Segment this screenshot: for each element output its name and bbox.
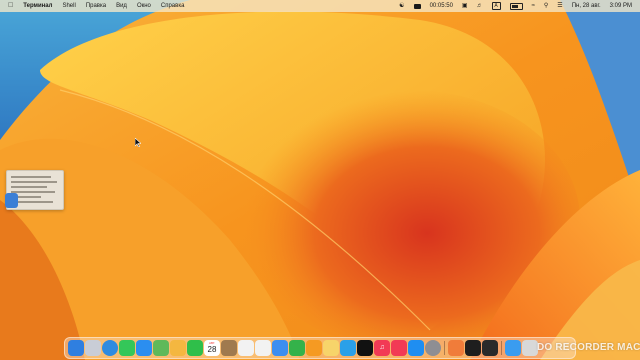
menu-bar:  Терминал Shell Правка Вид Окно Справка… xyxy=(0,0,640,12)
news-icon[interactable] xyxy=(391,340,407,356)
freeform-icon[interactable] xyxy=(255,340,271,356)
messages-icon[interactable] xyxy=(119,340,135,356)
calendar-day: 28 xyxy=(207,345,217,354)
numbers-icon[interactable] xyxy=(289,340,305,356)
downloads-folder-icon[interactable] xyxy=(505,340,521,356)
apple-tv-icon[interactable] xyxy=(357,340,373,356)
menu-app-name[interactable]: Терминал xyxy=(23,3,52,9)
menu-date[interactable]: Пн, 28 авг. xyxy=(572,3,601,9)
menu-help[interactable]: Справка xyxy=(161,3,185,9)
trash-icon[interactable] xyxy=(522,340,538,356)
mail-icon[interactable] xyxy=(136,340,152,356)
calendar-icon[interactable]: АВГ. 28 xyxy=(204,340,220,356)
battery-icon[interactable] xyxy=(509,2,523,10)
photos-icon[interactable] xyxy=(170,340,186,356)
screen-recorder-icon[interactable] xyxy=(482,340,498,356)
wifi-icon[interactable]: ≈ xyxy=(532,0,535,12)
terminal-icon[interactable] xyxy=(465,340,481,356)
search-icon[interactable]: ⚲ xyxy=(544,0,548,12)
dock-separator xyxy=(501,341,502,355)
thumbnail-line xyxy=(11,181,57,183)
launchpad-icon[interactable] xyxy=(85,340,101,356)
menu-time[interactable]: 3:09 PM xyxy=(610,3,632,9)
pages-icon[interactable] xyxy=(306,340,322,356)
thumbnail-line xyxy=(11,191,55,193)
apple-logo-icon[interactable]:  xyxy=(8,0,13,12)
safari-icon[interactable] xyxy=(102,340,118,356)
music-icon[interactable]: ♫ xyxy=(374,340,390,356)
maps-icon[interactable] xyxy=(153,340,169,356)
thumbnail-line xyxy=(11,176,51,178)
recorder-watermark: DO RECORDER MAC xyxy=(537,342,640,353)
app-store-icon[interactable] xyxy=(408,340,424,356)
dock-separator xyxy=(444,341,445,355)
recorder-app-icon[interactable] xyxy=(448,340,464,356)
finder-icon[interactable] xyxy=(68,340,84,356)
menu-window[interactable]: Окно xyxy=(137,3,151,9)
recording-camera-icon[interactable] xyxy=(413,3,421,9)
dock: АВГ. 28 ♫ xyxy=(64,337,576,359)
control-center-icon[interactable]: ☰ xyxy=(557,0,562,12)
menu-shell[interactable]: Shell xyxy=(62,3,75,9)
thumbnail-line xyxy=(11,186,47,188)
keynote-icon[interactable] xyxy=(272,340,288,356)
desktop-wallpaper xyxy=(0,0,640,360)
audio-icon[interactable]: ♬ xyxy=(477,0,483,12)
chat-icon[interactable] xyxy=(340,340,356,356)
recording-timer[interactable]: 00:05:50 xyxy=(430,3,453,9)
accessibility-icon[interactable]: ☯ xyxy=(399,0,404,12)
contacts-icon[interactable] xyxy=(221,340,237,356)
menu-edit[interactable]: Правка xyxy=(86,3,106,9)
reminders-icon[interactable] xyxy=(238,340,254,356)
display-icon[interactable]: ▣ xyxy=(462,0,468,12)
input-source-icon[interactable]: A xyxy=(491,2,501,10)
system-settings-icon[interactable] xyxy=(425,340,441,356)
mouse-cursor-icon xyxy=(135,138,141,147)
menu-view[interactable]: Вид xyxy=(116,3,127,9)
facetime-icon[interactable] xyxy=(187,340,203,356)
desktop-app-icon[interactable] xyxy=(5,193,18,208)
notes-icon[interactable] xyxy=(323,340,339,356)
